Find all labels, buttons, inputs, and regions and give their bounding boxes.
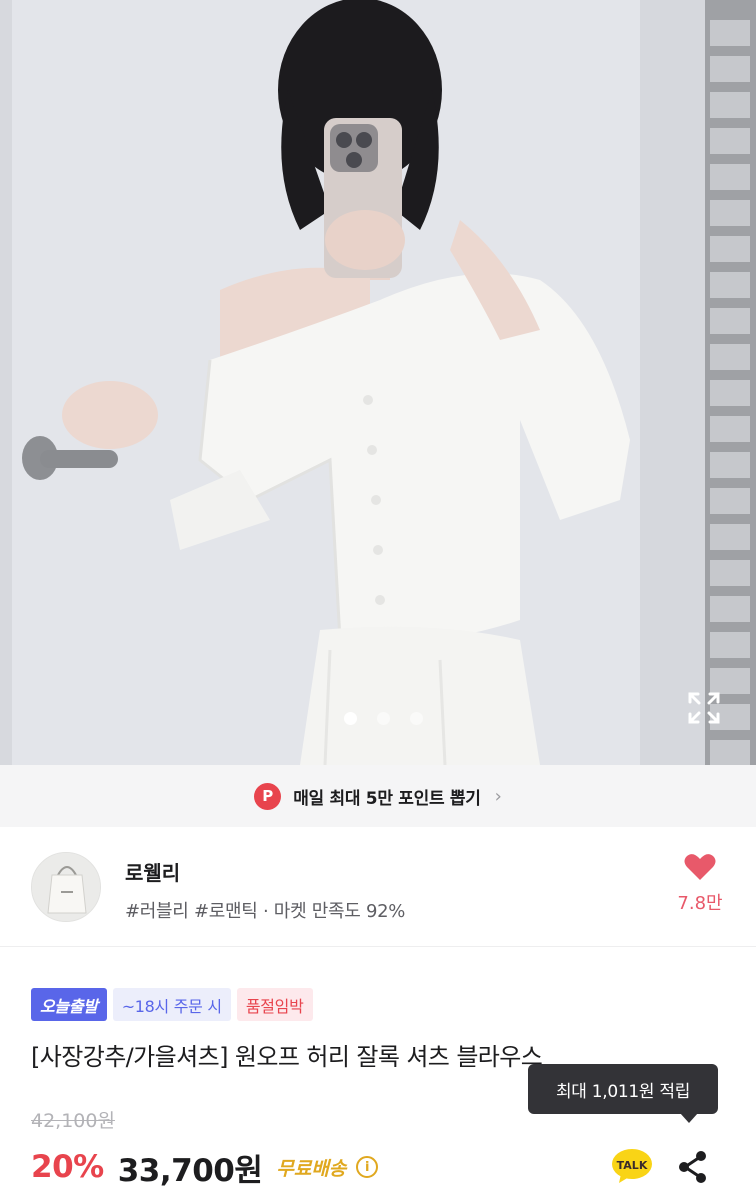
- chevron-right-icon: ›: [494, 785, 502, 807]
- pagination-dot[interactable]: [376, 712, 390, 725]
- discount-rate: 20%: [31, 1149, 104, 1185]
- product-photo: [0, 0, 756, 765]
- shop-tags: #러블리 #로맨틱 · 마켓 만족도 92%: [125, 901, 406, 922]
- promo-text: 매일 최대 5만 포인트 뽑기: [293, 788, 481, 809]
- pagination-dot[interactable]: [343, 712, 357, 725]
- svg-text:TALK: TALK: [617, 1159, 648, 1172]
- shop-info-row[interactable]: 로웰리 #러블리 #로맨틱 · 마켓 만족도 92% 7.8만: [0, 827, 756, 947]
- free-shipping-label: 무료배송: [276, 1157, 347, 1180]
- expand-icon: [688, 692, 720, 724]
- reward-tooltip: 최대 1,011원 적립: [528, 1064, 718, 1123]
- expand-image-button[interactable]: [686, 690, 722, 726]
- heart-icon: [684, 854, 716, 880]
- shop-name[interactable]: 로웰리: [125, 857, 180, 886]
- share-icon: [679, 1151, 706, 1183]
- product-title: [사장강추/가을셔츠] 원오프 허리 잘록 셔츠 블라우스: [31, 1043, 543, 1071]
- pagination-dot[interactable]: [409, 712, 423, 725]
- kakao-talk-icon: TALK: [612, 1149, 652, 1183]
- product-badges: 오늘출발 ~18시 주문 시 품절임박: [31, 988, 313, 1021]
- same-day-shipping-badge: 오늘출발: [31, 988, 107, 1021]
- product-image-gallery[interactable]: [0, 0, 756, 765]
- shop-bag-logo: [32, 853, 100, 921]
- gallery-pagination: [0, 712, 756, 725]
- point-draw-banner[interactable]: P 매일 최대 5만 포인트 뽑기 ›: [0, 765, 756, 827]
- like-count: 7.8만: [677, 893, 723, 914]
- like-button[interactable]: 7.8만: [668, 853, 732, 915]
- point-icon: P: [254, 782, 282, 810]
- price-row: 20% 33,700원 무료배송 i: [31, 1145, 379, 1189]
- sale-price: 33,700원: [117, 1152, 263, 1189]
- almost-soldout-badge: 품절임박: [236, 988, 313, 1021]
- original-price: 42,100원: [31, 1110, 115, 1132]
- shop-avatar[interactable]: [31, 852, 101, 922]
- share-button[interactable]: [674, 1148, 712, 1186]
- info-icon[interactable]: i: [356, 1156, 379, 1178]
- order-cutoff-badge: ~18시 주문 시: [112, 988, 231, 1021]
- kakao-talk-share-button[interactable]: TALK: [611, 1147, 653, 1185]
